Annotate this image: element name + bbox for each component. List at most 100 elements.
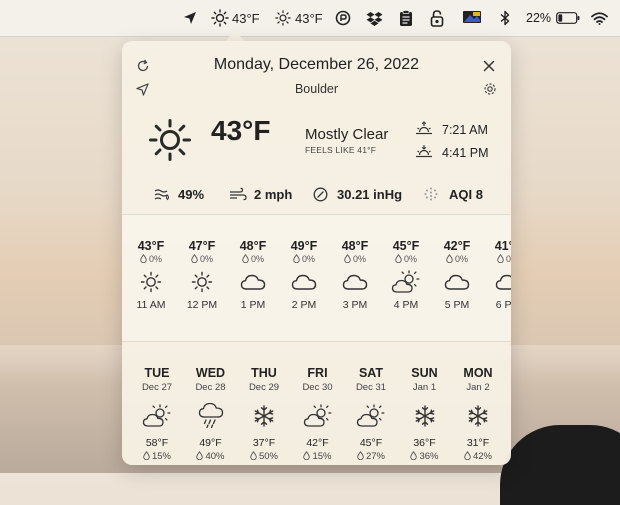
daily-temp: 37°F: [252, 437, 276, 449]
daily-date: Dec 30: [302, 382, 333, 393]
daily-day: SAT: [358, 366, 384, 380]
daily-precip-value: 15%: [312, 451, 332, 462]
droplet-icon: [344, 254, 353, 264]
dropbox-icon[interactable]: [366, 0, 383, 36]
daily-date: Dec 31: [355, 382, 387, 393]
rain-icon: [184, 399, 238, 433]
current-temperature: 43°F: [211, 115, 271, 146]
battery-percent: 22%: [526, 11, 552, 25]
daily-item[interactable]: TUE Dec 27 58°F 15%: [130, 366, 184, 462]
hourly-item[interactable]: 45°F 0% 4 PM: [381, 239, 431, 311]
hourly-precip: 0%: [177, 254, 227, 264]
location-arrow-icon[interactable]: [183, 0, 197, 36]
droplet-icon: [464, 451, 473, 462]
hourly-item[interactable]: 48°F 0% 3 PM: [330, 239, 380, 311]
daily-precip-value: 36%: [419, 451, 439, 462]
daily-item[interactable]: FRI Dec 30 42°F 15%: [291, 366, 345, 462]
hourly-precip-value: 0%: [199, 254, 213, 264]
sun-icon: [177, 267, 227, 297]
hourly-temp: 41°F: [494, 239, 511, 253]
daily-precip-value: 42%: [472, 451, 492, 462]
hourly-precip-value: 0%: [505, 254, 511, 264]
pressure-gauge-icon: [313, 187, 328, 207]
hourly-temp: 43°F: [137, 239, 165, 253]
daily-item[interactable]: MON Jan 2 31°F 42%: [451, 366, 505, 462]
daily-precip: 15%: [291, 451, 345, 462]
droplet-icon: [293, 254, 302, 264]
daily-day: MON: [463, 366, 493, 380]
clock-app-icon[interactable]: [335, 0, 351, 36]
hourly-precip: 0%: [126, 254, 176, 264]
daily-day: THU: [251, 366, 277, 380]
bluetooth-icon[interactable]: [500, 0, 510, 36]
daily-date: Jan 1: [412, 382, 437, 393]
hourly-precip: 0%: [432, 254, 482, 264]
hourly-precip: 0%: [279, 254, 329, 264]
sun-icon: [126, 267, 176, 297]
pressure-value: 30.21 inHg: [337, 187, 403, 202]
large-sun-icon: [148, 118, 192, 167]
droplet-icon: [250, 451, 259, 462]
location-name: Boulder: [294, 82, 339, 96]
partly-cloudy-icon: [130, 399, 184, 433]
hourly-temp: 45°F: [392, 239, 420, 253]
gear-icon[interactable]: [483, 82, 497, 101]
daily-item[interactable]: WED Dec 28 49°F 40%: [184, 366, 238, 462]
droplet-icon: [191, 254, 200, 264]
daily-item[interactable]: SUN Jan 1 36°F 36%: [398, 366, 452, 462]
daily-day: TUE: [144, 366, 170, 380]
hourly-forecast[interactable]: 43°F 0% 11 AM 47°F 0% 12 PM 48°F 0% 1 PM 49°F 0% 2 …: [122, 215, 511, 341]
hourly-item[interactable]: 43°F 0% 11 AM: [126, 239, 176, 311]
daily-temp: 49°F: [199, 437, 222, 449]
menu-bar: 43°F 43°F 22%: [0, 0, 620, 37]
sun-icon: [275, 10, 291, 26]
partly-cloudy-icon: [381, 267, 431, 297]
daily-date: Dec 27: [141, 382, 173, 393]
droplet-icon: [446, 254, 455, 264]
display-icon[interactable]: [462, 0, 482, 36]
clipboard-icon[interactable]: [399, 0, 413, 36]
droplet-icon: [357, 451, 366, 462]
battery-status[interactable]: 22%: [526, 0, 580, 36]
daily-temp: 58°F: [145, 437, 169, 449]
hourly-time: 3 PM: [342, 299, 368, 311]
droplet-icon: [497, 254, 506, 264]
hourly-precip-value: 0%: [454, 254, 468, 264]
hourly-item[interactable]: 47°F 0% 12 PM: [177, 239, 227, 311]
droplet-icon: [395, 254, 404, 264]
aqi-value: AQI 8: [449, 187, 483, 202]
hourly-item[interactable]: 42°F 0% 5 PM: [432, 239, 482, 311]
hourly-precip-value: 0%: [148, 254, 162, 264]
sunset-time: 4:41 PM: [442, 146, 489, 160]
hourly-temp: 48°F: [239, 239, 267, 253]
close-icon[interactable]: [483, 59, 495, 77]
hourly-item[interactable]: 41°F0% 6 PM: [483, 239, 511, 311]
hourly-precip: 0%: [483, 254, 511, 264]
daily-item[interactable]: SAT Dec 31 45°F 27%: [344, 366, 398, 462]
sun-icon: [211, 9, 229, 27]
hourly-item[interactable]: 48°F 0% 1 PM: [228, 239, 278, 311]
hourly-precip: 0%: [330, 254, 380, 264]
hourly-item[interactable]: 49°F 0% 2 PM: [279, 239, 329, 311]
humidity-value: 49%: [178, 187, 205, 202]
hourly-precip: 0%: [381, 254, 431, 264]
sunrise-time: 7:21 AM: [442, 123, 488, 137]
lock-icon[interactable]: [430, 0, 444, 36]
wind-value: 2 mph: [254, 187, 293, 202]
hourly-time: 12 PM: [186, 299, 218, 311]
menubar-temp-1: 43°F: [232, 10, 260, 26]
snowflake-icon: [398, 399, 452, 433]
cloud-icon: [330, 267, 380, 297]
snowflake-icon: [451, 399, 505, 433]
humidity-icon: [154, 187, 171, 206]
background-rock: [500, 425, 620, 505]
wind-icon: [229, 187, 247, 206]
wifi-icon[interactable]: [591, 0, 608, 36]
feels-like: FEELS LIKE 41°F: [305, 145, 377, 155]
daily-item[interactable]: THU Dec 29 37°F 50%: [237, 366, 291, 462]
daily-forecast: TUE Dec 27 58°F 15% WED Dec 28 49°F 40% THU Dec 2…: [122, 342, 511, 465]
weather-menu-item-2[interactable]: 43°F: [275, 0, 323, 36]
daily-day: WED: [195, 366, 226, 380]
hourly-time: 2 PM: [291, 299, 317, 311]
daily-temp: 45°F: [359, 437, 383, 449]
